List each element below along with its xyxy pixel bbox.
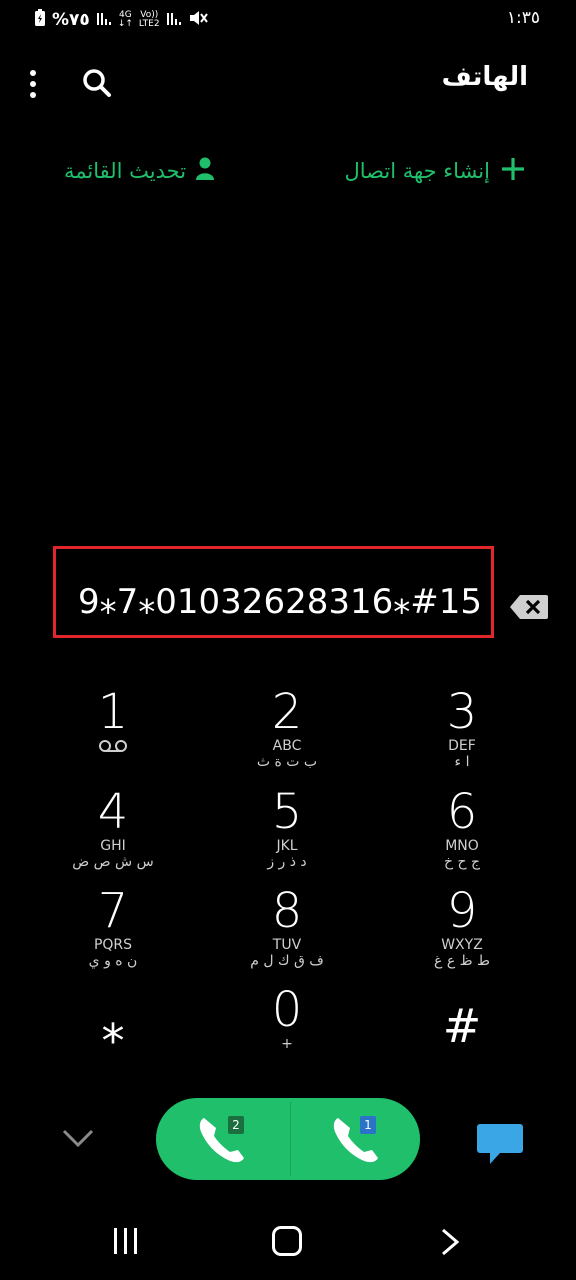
phone-icon <box>199 1118 244 1163</box>
update-list-label: تحديث القائمة <box>64 159 187 183</box>
mute-icon <box>188 9 208 32</box>
create-contact-label: إنشاء جهة اتصال <box>344 159 490 183</box>
key-4[interactable]: 4 GHI س ش ص ض <box>43 786 183 886</box>
clock: ١:٣٥ <box>506 8 540 28</box>
status-bar-left: %٧٥ 4G ↓↑ Vo)) LTE2 <box>34 8 208 32</box>
back-button[interactable] <box>440 1228 460 1256</box>
home-button[interactable] <box>272 1226 302 1256</box>
sim1-badge: 1 <box>360 1116 376 1134</box>
call-sim2-button[interactable] <box>192 1108 256 1172</box>
phone-icon <box>333 1118 378 1163</box>
update-list-button[interactable]: تحديث القائمة <box>64 154 215 188</box>
backspace-icon[interactable] <box>510 594 548 620</box>
battery-icon <box>34 8 46 32</box>
key-8[interactable]: 8 TUV ف ق ك ل م <box>217 885 357 985</box>
key-6[interactable]: 6 MNO ج ح خ <box>392 786 532 886</box>
chevron-down-icon[interactable] <box>62 1128 94 1148</box>
battery-level: %٧٥ <box>52 10 90 30</box>
key-0[interactable]: 0 + <box>217 984 357 1084</box>
signal-icon <box>96 10 112 30</box>
sim2-badge: 2 <box>228 1116 244 1134</box>
search-icon[interactable] <box>80 66 114 100</box>
call-divider <box>290 1102 291 1176</box>
voicemail-icon <box>43 738 183 757</box>
key-star[interactable]: ⁎ <box>43 1000 183 1100</box>
key-7[interactable]: 7 PQRS ن ه و ي <box>43 885 183 985</box>
person-icon <box>196 157 215 186</box>
recent-apps-button[interactable] <box>114 1228 142 1254</box>
call-sim1-button[interactable] <box>326 1108 390 1172</box>
create-contact-button[interactable]: إنشاء جهة اتصال <box>344 154 526 188</box>
more-options-icon[interactable] <box>22 66 44 102</box>
plus-icon <box>500 156 526 186</box>
key-5[interactable]: 5 JKL د ذ ر ز <box>217 786 357 886</box>
key-9[interactable]: 9 WXYZ ط ظ ع غ <box>392 885 532 985</box>
signal-icon-2 <box>166 10 182 30</box>
volte-indicator: Vo)) LTE2 <box>138 10 160 29</box>
key-1[interactable]: 1 <box>43 686 183 786</box>
page-title: الهاتف <box>441 62 528 92</box>
network-type: 4G ↓↑ <box>117 10 133 29</box>
dialed-number[interactable]: #15⁎01032628316⁎7⁎9 <box>70 582 482 632</box>
key-3[interactable]: 3 DEF ا ء <box>392 686 532 786</box>
key-hash[interactable]: # <box>392 1000 532 1100</box>
message-icon[interactable] <box>476 1122 524 1166</box>
key-2[interactable]: 2 ABC ب ت ة ث <box>217 686 357 786</box>
